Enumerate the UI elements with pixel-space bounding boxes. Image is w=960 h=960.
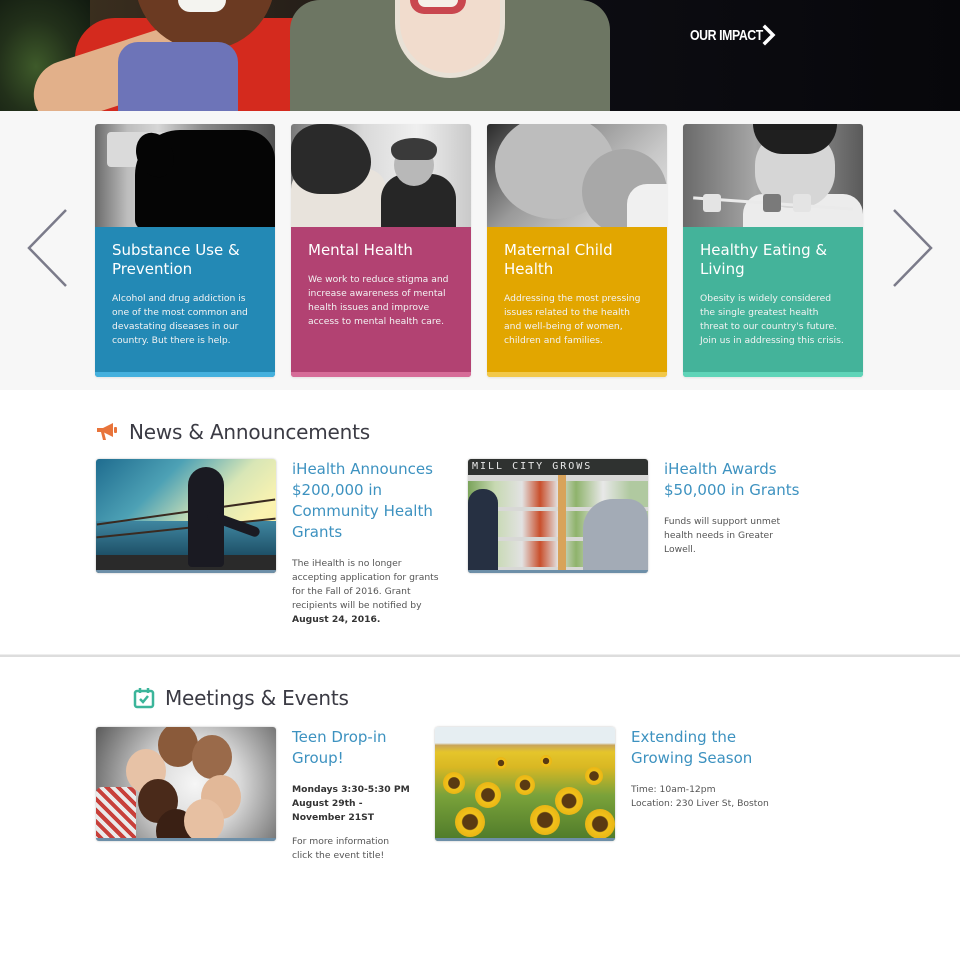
event-image-teens[interactable] xyxy=(96,727,276,841)
card-description: Addressing the most pressing issues rela… xyxy=(504,293,641,346)
news-description-text: The iHealth is no longer accepting appli… xyxy=(292,558,439,611)
news-title: News & Announcements xyxy=(129,420,371,444)
card-title: Maternal Child Health xyxy=(504,241,613,278)
news-description: The iHealth is no longer accepting appli… xyxy=(292,557,442,627)
card-description: We work to reduce stigma and increase aw… xyxy=(308,274,449,327)
maternal-child-image xyxy=(487,124,667,227)
events-title: Meetings & Events xyxy=(165,686,349,710)
megaphone-icon xyxy=(97,423,117,440)
event-time: Time: 10am-12pm xyxy=(631,784,716,795)
hero-image-teeth xyxy=(418,0,458,7)
news-title-link[interactable]: iHealth Awards $50,000 in Grants xyxy=(664,459,804,501)
hero-image-sleeve xyxy=(118,42,238,111)
event-text: Teen Drop-in Group! Mondays 3:30-5:30 PM… xyxy=(292,727,412,863)
news-item: iHealth Announces $200,000 in Community … xyxy=(96,459,442,627)
news-description: Funds will support unmet health needs in… xyxy=(664,516,781,555)
program-card-mental-health[interactable]: Mental Health We work to reduce stigma a… xyxy=(291,124,471,377)
event-location: Location: 230 Liver St, Boston xyxy=(631,798,769,809)
hero-image-smile xyxy=(178,0,226,12)
card-body: Mental Health We work to reduce stigma a… xyxy=(291,227,471,377)
calendar-check-icon xyxy=(133,688,155,709)
card-body: Substance Use & Prevention Alcohol and d… xyxy=(95,227,275,377)
card-body: Healthy Eating & Living Obesity is widel… xyxy=(683,227,863,377)
substance-use-image xyxy=(95,124,275,227)
carousel-prev-button[interactable] xyxy=(26,208,70,290)
news-deadline: August 24, 2016. xyxy=(292,614,381,625)
our-impact-label: OUR IMPACT xyxy=(690,26,763,44)
event-schedule: Mondays 3:30-5:30 PM August 29th - Novem… xyxy=(292,784,410,823)
news-item: MILL CITY GROWS iHealth Awards $50,000 i… xyxy=(468,459,804,573)
events-section: Meetings & Events Teen Drop-in Group! Mo… xyxy=(0,657,960,960)
card-description: Alcohol and drug addiction is one of the… xyxy=(112,293,248,346)
event-title-link[interactable]: Extending the Growing Season xyxy=(631,727,771,769)
event-item: Extending the Growing Season Time: 10am-… xyxy=(435,727,771,841)
healthy-eating-image xyxy=(683,124,863,227)
news-text: iHealth Awards $50,000 in Grants Funds w… xyxy=(664,459,804,573)
market-sign: MILL CITY GROWS xyxy=(468,459,648,475)
program-card-healthy-eating[interactable]: Healthy Eating & Living Obesity is widel… xyxy=(683,124,863,377)
chevron-right-icon xyxy=(762,24,776,46)
card-description: Obesity is widely considered the single … xyxy=(700,293,844,346)
news-image-runner[interactable] xyxy=(96,459,276,573)
news-section: News & Announcements iHealth Announces $… xyxy=(0,390,960,654)
event-description: For more information click the event tit… xyxy=(292,836,390,861)
program-card-substance-use[interactable]: Substance Use & Prevention Alcohol and d… xyxy=(95,124,275,377)
mental-health-image xyxy=(291,124,471,227)
news-image-market[interactable]: MILL CITY GROWS xyxy=(468,459,648,573)
events-heading: Meetings & Events xyxy=(133,686,349,710)
chevron-right-icon xyxy=(893,209,933,287)
card-title: Healthy Eating & Living xyxy=(700,241,828,278)
card-title: Substance Use & Prevention xyxy=(112,241,240,278)
event-text: Extending the Growing Season Time: 10am-… xyxy=(631,727,771,841)
program-carousel: Substance Use & Prevention Alcohol and d… xyxy=(0,111,960,390)
chevron-left-icon xyxy=(27,209,67,287)
news-title-link[interactable]: iHealth Announces $200,000 in Community … xyxy=(292,459,442,543)
event-title-link[interactable]: Teen Drop-in Group! xyxy=(292,727,412,769)
our-impact-link[interactable]: OUR IMPACT xyxy=(690,24,776,46)
program-card-maternal-child-health[interactable]: Maternal Child Health Addressing the mos… xyxy=(487,124,667,377)
carousel-next-button[interactable] xyxy=(890,208,934,290)
news-heading: News & Announcements xyxy=(95,420,370,444)
card-body: Maternal Child Health Addressing the mos… xyxy=(487,227,667,377)
event-image-sunflowers[interactable] xyxy=(435,727,615,841)
event-item: Teen Drop-in Group! Mondays 3:30-5:30 PM… xyxy=(96,727,412,863)
card-title: Mental Health xyxy=(308,241,413,259)
news-text: iHealth Announces $200,000 in Community … xyxy=(292,459,442,627)
program-cards: Substance Use & Prevention Alcohol and d… xyxy=(95,124,863,377)
hero-banner: OUR IMPACT xyxy=(0,0,960,111)
